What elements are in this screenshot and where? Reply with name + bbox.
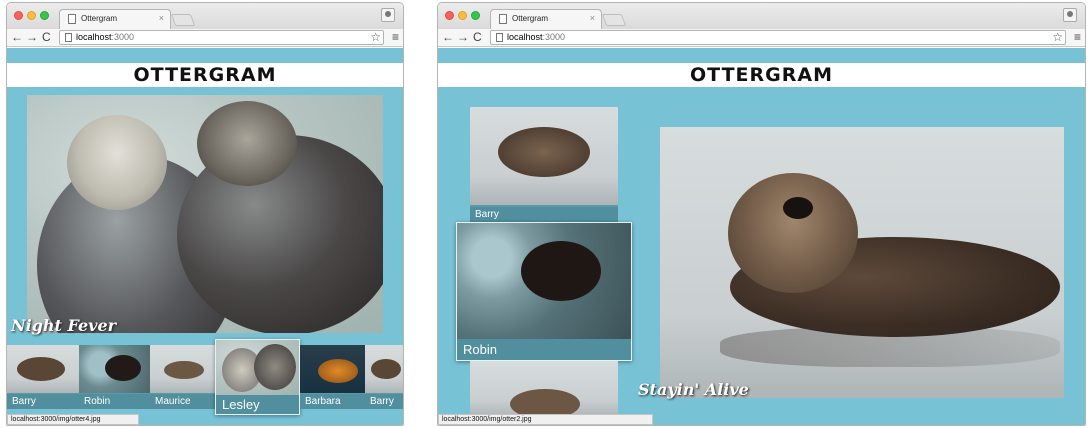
thumbnail-image <box>470 107 618 205</box>
browser-tab[interactable]: Ottergram × <box>490 9 602 29</box>
thumbnail-image <box>150 345 215 393</box>
site-logo: OTTERGRAM <box>133 64 277 86</box>
thumbnail-image <box>365 345 403 393</box>
thumbnail-title: Barbara <box>300 394 365 409</box>
water-reflection <box>720 327 1060 367</box>
thumbnail-title: Barry <box>470 207 618 222</box>
thumbnail-title: Barry <box>365 394 403 409</box>
thumbnail-barry[interactable]: Barry <box>7 345 79 409</box>
thumbnail-title: Robin <box>457 339 631 360</box>
tab-close-icon[interactable]: × <box>159 13 164 23</box>
otter-shape <box>498 127 590 177</box>
page-content: OTTERGRAM Night Fever Barry Robin Mauric… <box>7 48 403 425</box>
new-tab-button[interactable] <box>170 14 196 26</box>
thumbnail-barry-2[interactable]: Barry <box>365 345 403 409</box>
thumbnail-title: Maurice <box>150 394 215 409</box>
thumbnail-maurice[interactable] <box>470 361 618 417</box>
thumbnail-barry[interactable]: Barry <box>470 107 618 222</box>
title-bar: Ottergram × <box>7 3 403 29</box>
menu-icon[interactable]: ≡ <box>1074 30 1081 44</box>
header-strip <box>438 48 1085 63</box>
otter-shape <box>521 241 601 301</box>
bookmark-star-icon[interactable]: ☆ <box>1052 30 1063 44</box>
minimize-window-button[interactable] <box>27 11 36 20</box>
minimize-window-button[interactable] <box>458 11 467 20</box>
thumbnail-image <box>7 345 79 393</box>
address-bar[interactable]: localhost:3000 ☆ <box>490 30 1066 45</box>
status-bar: localhost:3000/img/otter4.jpg <box>7 414 139 425</box>
main-content: Barry Robin Stayin' Alive <box>438 87 1085 425</box>
reload-icon[interactable]: C <box>42 30 51 44</box>
browser-window-right: Ottergram × ← → C localhost:3000 ☆ ≡ OTT… <box>437 2 1086 426</box>
page-icon <box>496 33 503 42</box>
url-text: localhost:3000 <box>76 32 135 42</box>
profile-icon[interactable] <box>381 8 395 22</box>
detail-caption: Night Fever <box>11 316 117 335</box>
thumbnail-title: Barry <box>7 394 79 409</box>
detail-caption: Stayin' Alive <box>638 380 749 399</box>
status-bar: localhost:3000/img/otter2.jpg <box>438 414 653 425</box>
tab-close-icon[interactable]: × <box>590 13 595 23</box>
close-window-button[interactable] <box>445 11 454 20</box>
otter-shape <box>17 357 65 381</box>
thumbnail-barbara[interactable]: Barbara <box>300 345 365 409</box>
thumbnail-title: Robin <box>79 394 150 409</box>
bookmark-star-icon[interactable]: ☆ <box>370 30 381 44</box>
thumbnail-robin[interactable]: Robin <box>456 222 632 361</box>
header-strip <box>7 48 403 63</box>
detail-image <box>27 95 383 333</box>
tab-title: Ottergram <box>512 14 549 23</box>
close-window-button[interactable] <box>14 11 23 20</box>
tab-title: Ottergram <box>81 14 118 23</box>
menu-icon[interactable]: ≡ <box>392 30 399 44</box>
otter-shape <box>164 361 204 379</box>
thumbnail-image <box>470 361 618 417</box>
otter-left-head <box>67 115 167 210</box>
otter-shape <box>254 344 296 390</box>
thumbnail-image <box>216 340 299 395</box>
otter-shape <box>105 355 141 381</box>
browser-tab[interactable]: Ottergram × <box>59 9 171 29</box>
browser-window-left: Ottergram × ← → C localhost:3000 ☆ ≡ OTT… <box>6 2 404 426</box>
thumbnail-title: Lesley <box>216 395 299 414</box>
thumbnail-image <box>79 345 150 393</box>
thumbnail-lesley[interactable]: Lesley <box>215 339 300 415</box>
forward-arrow-icon[interactable]: → <box>457 30 469 44</box>
thumbnail-image <box>300 345 365 393</box>
main-content: Night Fever Barry Robin Maurice Lesley B… <box>7 87 403 425</box>
otter-right-head <box>197 101 297 186</box>
page-content: OTTERGRAM Barry Robin Stayin' Alive loca… <box>438 48 1085 425</box>
browser-toolbar: ← → C localhost:3000 ☆ ≡ <box>438 29 1085 47</box>
address-bar[interactable]: localhost:3000 ☆ <box>59 30 384 45</box>
maximize-window-button[interactable] <box>40 11 49 20</box>
page-icon <box>65 33 72 42</box>
back-arrow-icon[interactable]: ← <box>11 30 23 44</box>
detail-image <box>660 127 1064 398</box>
page-icon <box>499 14 507 24</box>
otter-nose <box>783 197 813 219</box>
page-icon <box>68 14 76 24</box>
profile-icon[interactable] <box>1063 8 1077 22</box>
url-text: localhost:3000 <box>507 32 566 42</box>
new-tab-button[interactable] <box>601 14 627 26</box>
browser-toolbar: ← → C localhost:3000 ☆ ≡ <box>7 29 403 47</box>
otter-shape <box>318 359 358 383</box>
back-arrow-icon[interactable]: ← <box>442 30 454 44</box>
thumbnail-robin[interactable]: Robin <box>79 345 150 409</box>
reload-icon[interactable]: C <box>473 30 482 44</box>
thumbnail-image <box>457 223 631 339</box>
maximize-window-button[interactable] <box>471 11 480 20</box>
forward-arrow-icon[interactable]: → <box>26 30 38 44</box>
site-logo: OTTERGRAM <box>690 64 833 86</box>
otter-head <box>728 173 858 293</box>
title-bar: Ottergram × <box>438 3 1085 29</box>
thumbnail-maurice[interactable]: Maurice <box>150 345 215 409</box>
otter-shape <box>371 359 401 379</box>
